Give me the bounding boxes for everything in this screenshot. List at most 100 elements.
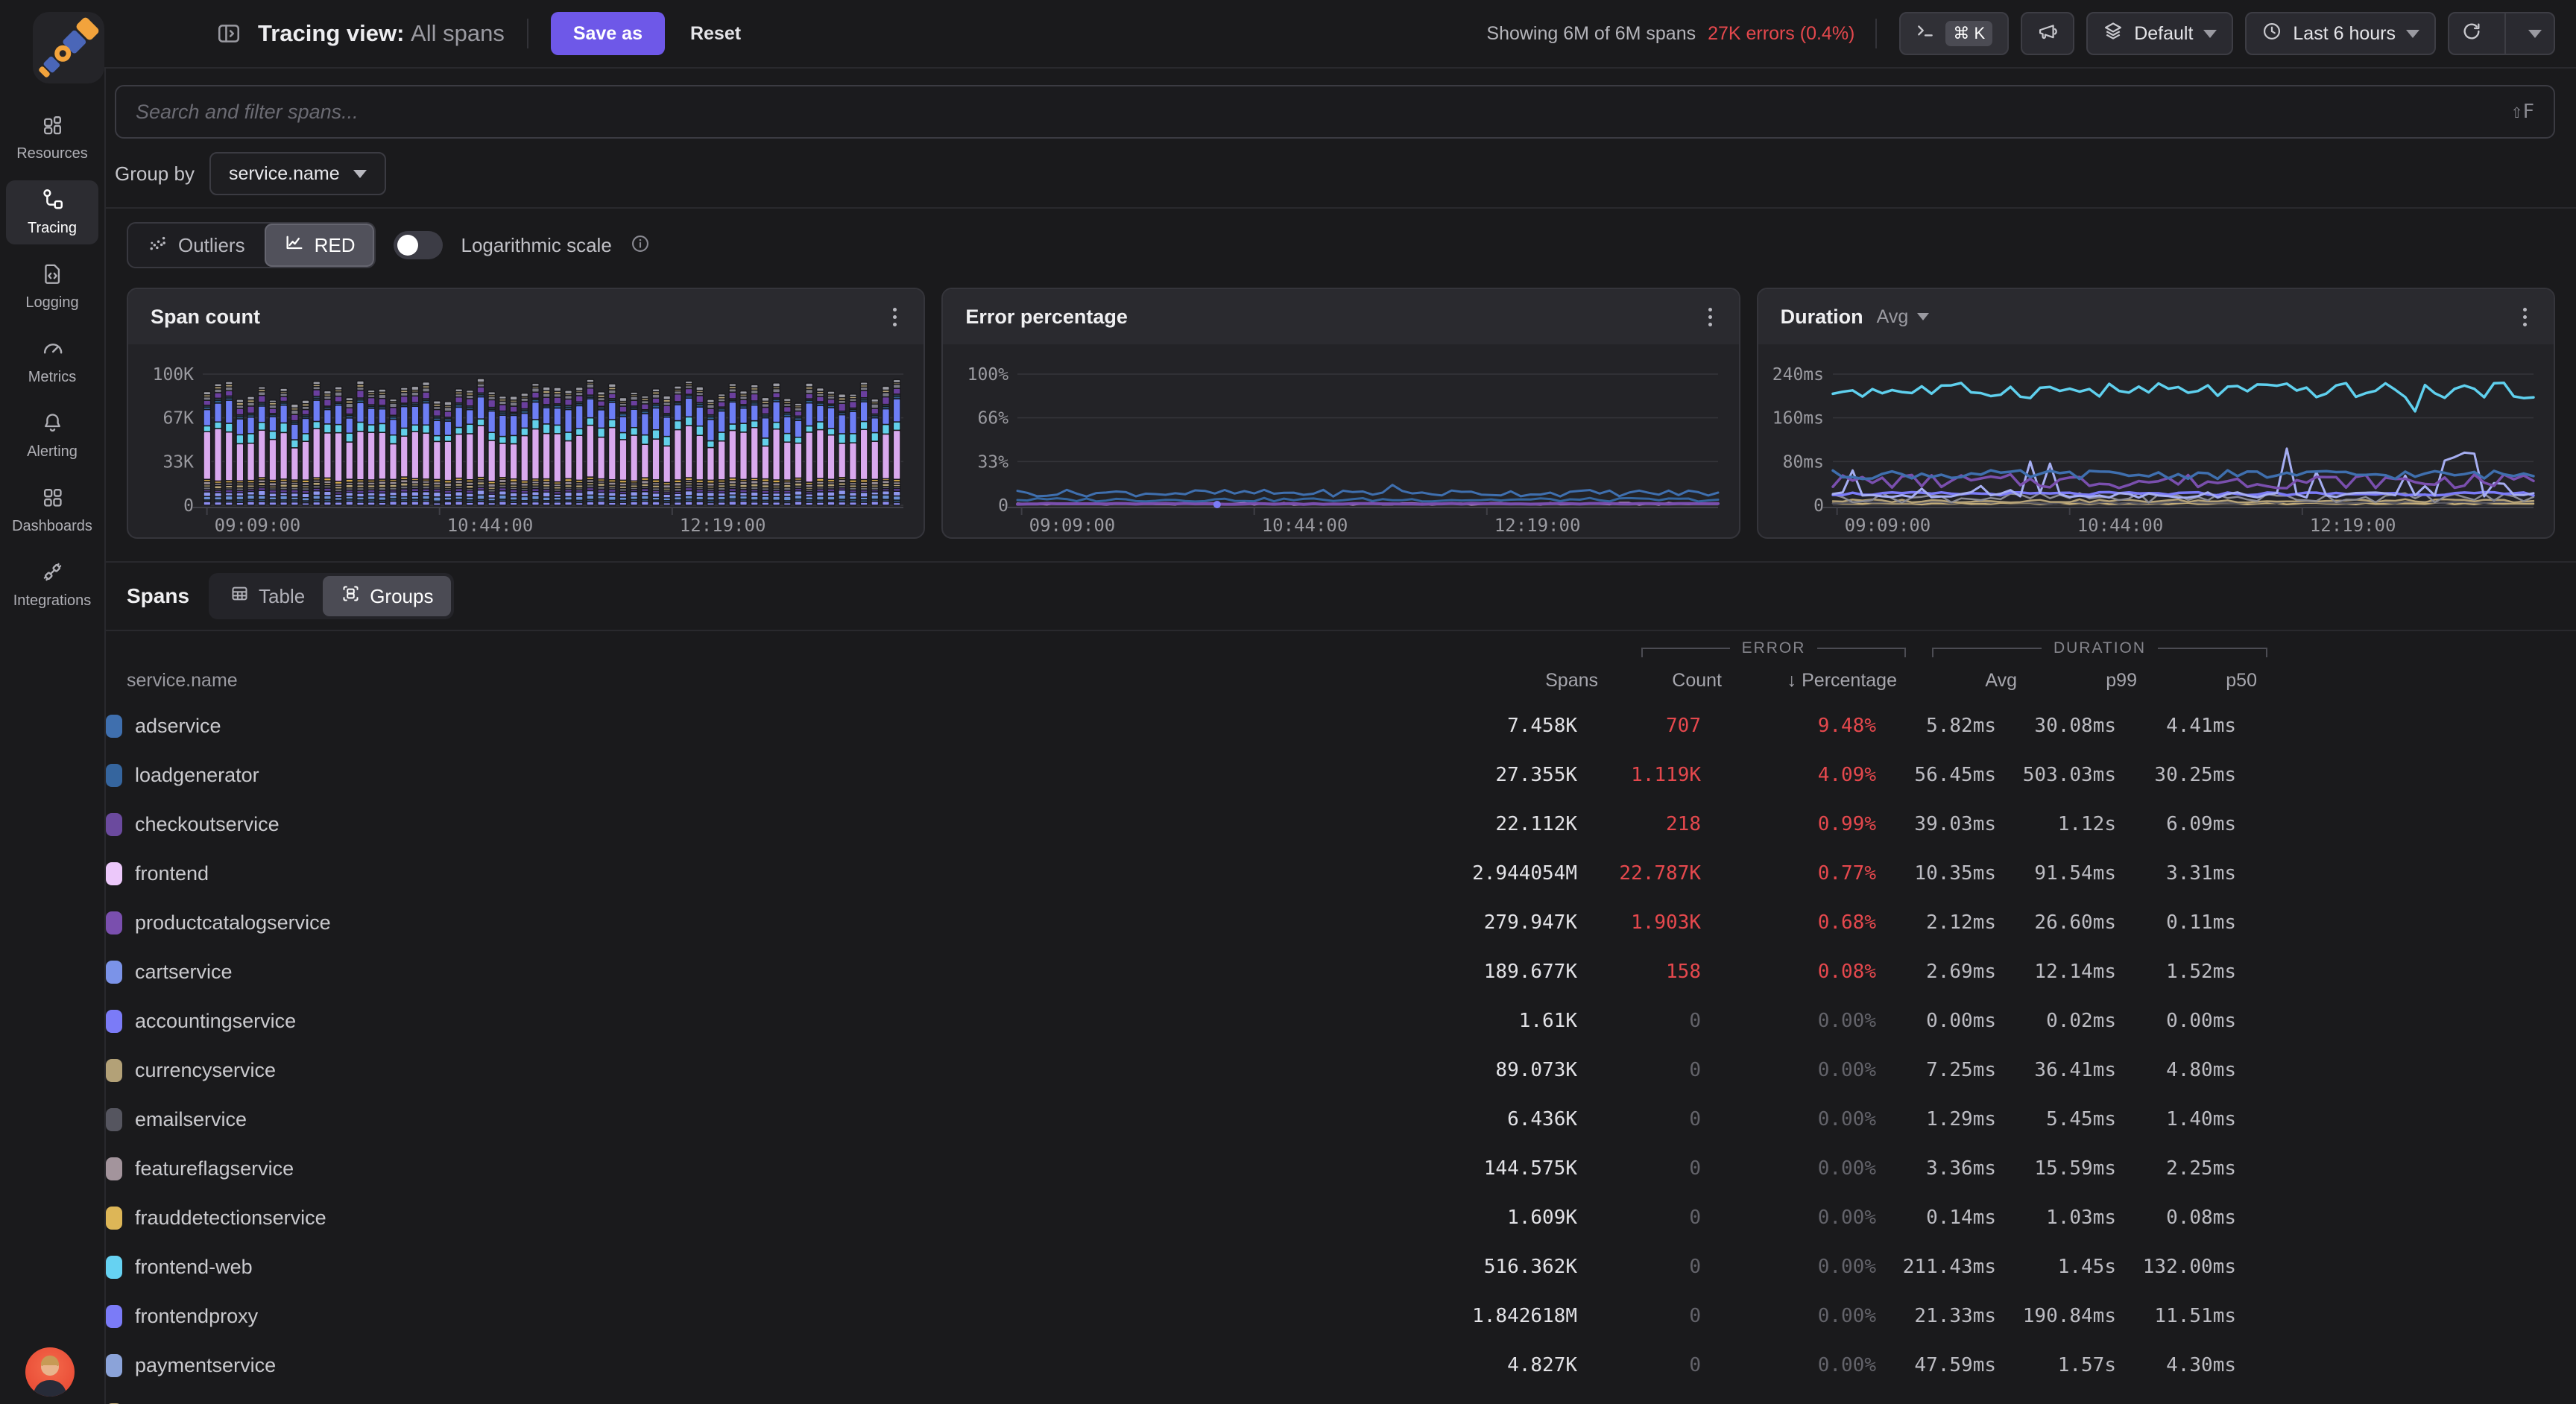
collapse-panel-icon[interactable] — [216, 21, 242, 46]
table-row[interactable]: loadgenerator 27.355K 1.119K 4.09% 56.45ms 50… — [106, 750, 2576, 800]
table-row[interactable]: frauddetectionservice 1.609K 0 0.00% 0.14ms 1… — [106, 1193, 2576, 1242]
divider — [2504, 13, 2506, 54]
sidebar-item-metrics[interactable]: Metrics — [6, 329, 98, 393]
sidebar-item-resources[interactable]: Resources — [6, 106, 98, 170]
service-name: paymentservice — [135, 1353, 277, 1376]
chevron-down-icon — [2528, 29, 2542, 38]
duration-aggregation-dropdown[interactable]: Avg — [1877, 306, 1930, 328]
spans-section-title: Spans — [127, 584, 190, 607]
column-header-avg[interactable]: Avg — [1897, 670, 2017, 692]
service-name: frontendproxy — [135, 1304, 259, 1327]
avg-duration-value: 39.03ms — [1914, 813, 1996, 835]
command-palette-button[interactable]: ⌘ K — [1899, 12, 2010, 55]
p99-duration-value: 12.14ms — [2034, 961, 2116, 983]
refresh-button[interactable] — [2449, 13, 2494, 54]
table-row[interactable]: featureflagservice 144.575K 0 0.00% 3.36ms 15… — [106, 1144, 2576, 1193]
duration-chart[interactable]: 0 80ms 160ms 240ms 09:09:00 10:44:00 12:19:00 — [1758, 344, 2554, 537]
user-avatar[interactable] — [25, 1347, 75, 1397]
plug-icon — [41, 560, 64, 587]
error-percentage-value: 9.48% — [1817, 715, 1876, 737]
spans-value: 1.842618M — [1472, 1305, 1577, 1327]
time-range-dropdown[interactable]: Last 6 hours — [2245, 12, 2436, 55]
error-count-value: 0 — [1689, 1207, 1701, 1229]
table-row[interactable]: checkoutservice 22.112K 218 0.99% 39.03ms 1.1… — [106, 800, 2576, 849]
series-color-marker — [106, 1304, 122, 1328]
column-header-percentage[interactable]: ↓ Percentage — [1722, 670, 1897, 692]
table-row[interactable]: productcatalogservice 279.947K 1.903K 0.68%… — [106, 898, 2576, 947]
groups-view-tab[interactable]: Groups — [323, 576, 452, 616]
search-input[interactable] — [136, 100, 2511, 124]
sidebar-item-tracing[interactable]: Tracing — [6, 180, 98, 244]
sidebar-item-integrations[interactable]: Integrations — [6, 553, 98, 617]
kebab-menu-icon[interactable] — [2519, 303, 2531, 331]
table-row[interactable]: frontend-web 516.362K 0 0.00% 211.43ms 1.45s 1… — [106, 1242, 2576, 1291]
log-scale-toggle[interactable] — [394, 231, 443, 259]
announcements-button[interactable] — [2021, 12, 2075, 55]
table-row[interactable]: frontendproxy 1.842618M 0 0.00% 21.33ms 190.8… — [106, 1291, 2576, 1341]
table-row[interactable]: accountingservice 1.61K 0 0.00% 0.00ms 0.02ms… — [106, 996, 2576, 1046]
sidebar-item-label: Alerting — [27, 443, 78, 460]
table-row[interactable]: adservice 7.458K 707 9.48% 5.82ms 30.08ms 4.41… — [106, 701, 2576, 750]
error-percentage-value: 0.00% — [1817, 1207, 1876, 1229]
error-percentage-chart[interactable]: 0 33% 66% 100% 09:09:00 10:44:00 12:19:00 — [943, 344, 1739, 537]
kebab-menu-icon[interactable] — [888, 303, 901, 331]
kebab-menu-icon[interactable] — [1704, 303, 1717, 331]
table-row[interactable]: paymentservice 4.827K 0 0.00% 47.59ms 1.57s 4.… — [106, 1341, 2576, 1390]
duration-group-header: DURATION — [1932, 639, 2268, 660]
avg-duration-value: 21.33ms — [1914, 1305, 1996, 1327]
reset-button[interactable]: Reset — [690, 23, 741, 45]
error-count-value: 218 — [1666, 813, 1701, 835]
column-header-p50[interactable]: p50 — [2137, 670, 2257, 692]
table-view-tab[interactable]: Table — [212, 576, 323, 616]
sidebar-item-label: Logging — [25, 294, 79, 311]
series-color-marker — [106, 1255, 122, 1279]
avg-duration-value: 10.35ms — [1914, 862, 1996, 885]
span-count-chart[interactable]: 0 33K 67K 100K 09:09:00 10:44:00 12:19:00 — [128, 344, 924, 537]
column-header-count[interactable]: Count — [1598, 670, 1722, 692]
table-row[interactable]: currencyservice 89.073K 0 0.00% 7.25ms 36.41m… — [106, 1046, 2576, 1095]
service-name-cell: emailservice — [106, 1107, 1427, 1131]
p50-duration-value: 0.00ms — [2166, 1010, 2236, 1032]
divider — [1875, 19, 1878, 48]
sidebar-item-dashboards[interactable]: Dashboards — [6, 478, 98, 543]
table-row[interactable]: emailservice 6.436K 0 0.00% 1.29ms 5.45ms 1.40… — [106, 1095, 2576, 1144]
chevron-down-icon — [2203, 29, 2217, 38]
column-header-service-name[interactable]: service.name — [127, 670, 1448, 692]
red-tab[interactable]: RED — [264, 224, 375, 267]
column-header-p99[interactable]: p99 — [2017, 670, 2137, 692]
logging-icon — [41, 262, 64, 289]
table-row[interactable]: quoteservice4.83K00.00%1.70ms12.07ms0.32… — [106, 1390, 2576, 1404]
service-name-cell: checkoutservice — [106, 812, 1427, 836]
error-percentage-value: 0.68% — [1817, 911, 1876, 934]
search-shortcut-hint: ⇧F — [2510, 101, 2534, 123]
line-chart-icon — [284, 233, 305, 259]
table-row[interactable]: frontend 2.944054M 22.787K 0.77% 10.35ms 91.5… — [106, 849, 2576, 898]
column-header-spans[interactable]: Spans — [1448, 670, 1598, 692]
service-name: loadgenerator — [135, 763, 259, 786]
svg-text:66%: 66% — [978, 409, 1009, 429]
svg-text:100K: 100K — [153, 365, 195, 385]
tracing-icon — [41, 188, 64, 215]
chart-title: Error percentage — [965, 305, 1128, 328]
error-percentage-value: 0.00% — [1817, 1256, 1876, 1278]
p99-duration-value: 1.57s — [2057, 1354, 2116, 1376]
sidebar-item-logging[interactable]: Logging — [6, 255, 98, 319]
outliers-tab[interactable]: Outliers — [128, 224, 265, 267]
error-percentage-value: 4.09% — [1817, 764, 1876, 786]
table-icon — [230, 584, 250, 609]
refresh-options-button[interactable] — [2516, 13, 2554, 54]
refresh-icon — [2461, 21, 2482, 47]
divider — [106, 207, 2576, 209]
app-logo-icon[interactable] — [31, 10, 106, 85]
table-row[interactable]: cartservice 189.677K 158 0.08% 2.69ms 12.14ms… — [106, 947, 2576, 996]
preset-dropdown[interactable]: Default — [2086, 12, 2234, 55]
series-color-marker — [106, 1058, 122, 1082]
save-as-button[interactable]: Save as — [550, 12, 665, 55]
groups-icon — [341, 584, 361, 609]
sidebar-item-alerting[interactable]: Alerting — [6, 404, 98, 468]
group-by-dropdown[interactable]: service.name — [209, 152, 386, 195]
service-name-cell: frontend-web — [106, 1255, 1427, 1279]
info-icon[interactable] — [630, 233, 651, 258]
chart-title: Duration — [1780, 305, 1863, 328]
error-count-value: 0 — [1689, 1354, 1701, 1376]
